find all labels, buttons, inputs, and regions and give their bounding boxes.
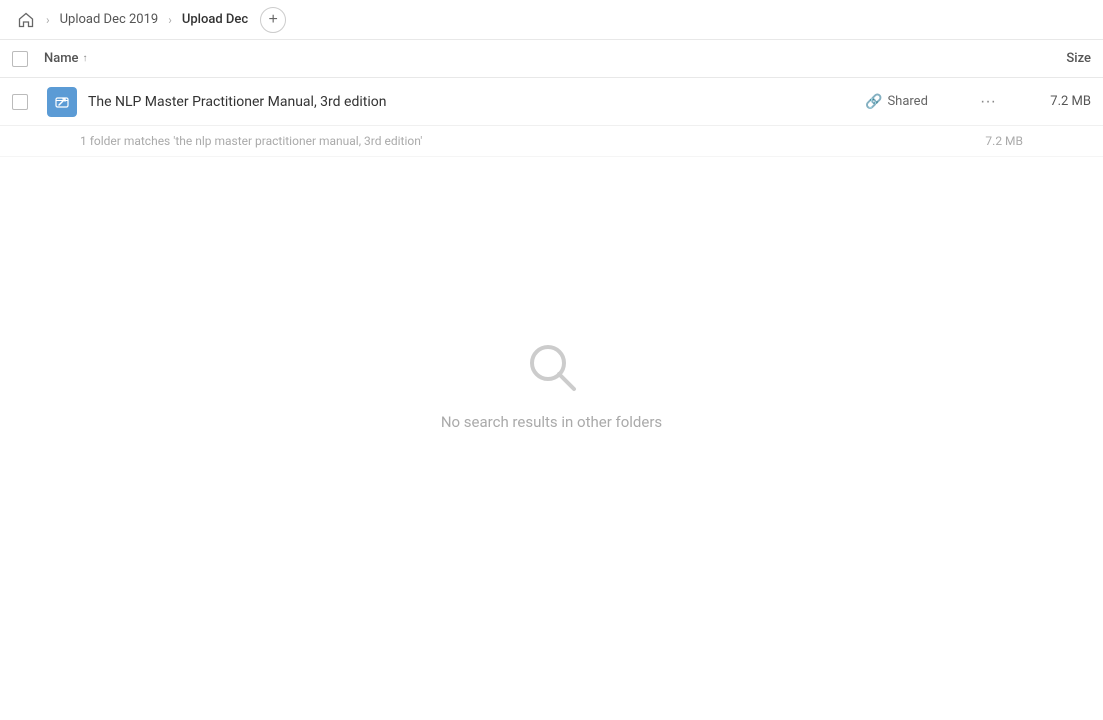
breadcrumb-separator-2: › — [168, 13, 172, 27]
match-info-text: 1 folder matches 'the nlp master practit… — [80, 134, 422, 148]
file-icon-col — [44, 87, 80, 117]
file-checkbox-box[interactable] — [12, 94, 28, 110]
sort-arrow-icon: ↑ — [83, 53, 88, 64]
size-column-header[interactable]: Size — [1011, 51, 1091, 66]
file-size: 7.2 MB — [1011, 94, 1091, 109]
shared-label: Shared — [887, 94, 927, 109]
no-results-search-icon — [522, 337, 582, 397]
breadcrumb-bar: › Upload Dec 2019 › Upload Dec + — [0, 0, 1103, 40]
match-info-row: 1 folder matches 'the nlp master practit… — [0, 126, 1103, 157]
folder-link-icon — [47, 87, 77, 117]
breadcrumb-upload-dec[interactable]: Upload Dec — [178, 10, 252, 29]
name-column-header[interactable]: Name ↑ — [44, 51, 1011, 66]
file-row[interactable]: The NLP Master Practitioner Manual, 3rd … — [0, 78, 1103, 126]
more-options-button[interactable]: ··· — [973, 87, 1003, 117]
link-icon: 🔗 — [865, 94, 882, 110]
add-button[interactable]: + — [260, 7, 286, 33]
empty-state: No search results in other folders — [0, 157, 1103, 431]
file-checkbox[interactable] — [12, 94, 44, 110]
select-all-checkbox[interactable] — [12, 51, 44, 67]
match-info-size: 7.2 MB — [985, 134, 1023, 148]
breadcrumb-separator-1: › — [46, 13, 50, 27]
file-shared-status: 🔗 Shared — [865, 94, 965, 110]
checkbox-all[interactable] — [12, 51, 28, 67]
breadcrumb-upload-dec-2019[interactable]: Upload Dec 2019 — [56, 10, 163, 29]
home-icon[interactable] — [12, 6, 40, 34]
more-options-icon: ··· — [980, 93, 996, 111]
column-header-row: Name ↑ Size — [0, 40, 1103, 78]
name-label: Name — [44, 51, 79, 66]
file-name: The NLP Master Practitioner Manual, 3rd … — [80, 94, 865, 110]
empty-state-message: No search results in other folders — [441, 413, 662, 431]
